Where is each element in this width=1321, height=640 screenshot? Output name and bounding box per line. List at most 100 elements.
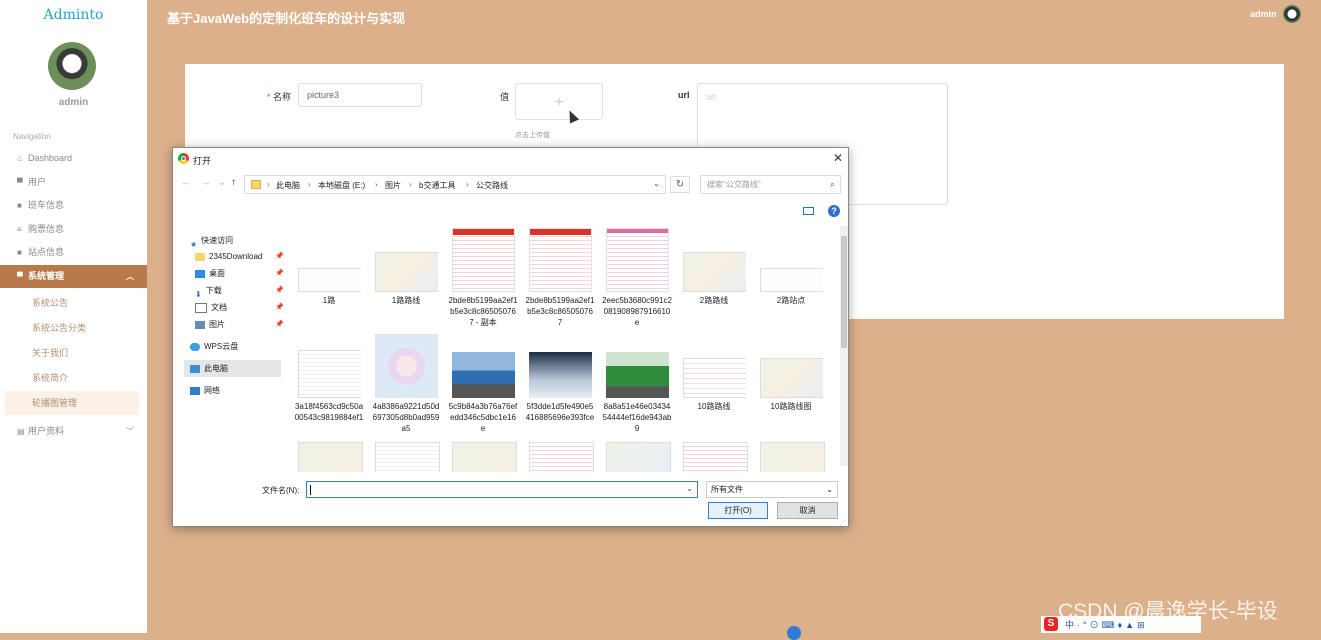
chevron-down-icon: ﹀ [126,427,134,436]
filename-input[interactable]: ⌄ [306,481,698,498]
user-icon: ▀ [17,178,23,187]
preview-pane-icon[interactable] [803,207,814,215]
recent-dropdown-icon[interactable]: ⌄ [218,177,226,188]
sidebar-item-users[interactable]: ▀ 用户 [0,171,147,194]
file-item[interactable]: 4a8386a9221d50d697305d8b0ad959a5 [371,334,441,434]
file-item[interactable]: 1路路线 [371,228,441,306]
desktop-icon [195,269,205,278]
file-item[interactable]: 2bde8b5199aa2ef1b5e3c8c865050767 - 副本 [448,228,518,328]
tree-item-wps-cloud[interactable]: WPS云盘 [190,339,238,355]
name-label: * 名称 [267,92,292,102]
file-item[interactable]: 2路路线 [679,228,749,306]
cancel-button[interactable]: 取消 [777,502,838,519]
tree-item-network[interactable]: 网络 [190,383,220,399]
tree-item-quick-access[interactable]: ★ 快速访问 [190,233,233,249]
tree-item-documents[interactable]: 文档 📌 [195,300,285,316]
upload-box[interactable]: + [515,83,603,120]
search-input[interactable]: 搜索"公交路线" ⌕ [700,175,841,194]
avatar[interactable] [48,42,96,90]
help-icon[interactable]: ? [828,205,840,217]
file-type-select[interactable]: 所有文件 ⌄ [706,481,838,498]
resize-grip-icon[interactable]: ⋰ [839,519,846,527]
forward-arrow-icon[interactable]: → [201,177,211,188]
floating-button[interactable] [787,626,801,640]
file-item[interactable]: 2路站点 [756,228,826,306]
sidebar-item-dashboard[interactable]: ⌂ Dashboard [0,147,147,170]
file-item[interactable]: 10路路线 [679,334,749,412]
file-item[interactable]: 1路 [294,228,364,306]
value-label: 值 [500,92,510,102]
folder-icon [251,180,261,189]
submenu-item-announcement-categories[interactable]: 系统公告分类 [0,316,147,340]
ime-toolbar[interactable]: S 中·°⊙⌨♦▲⊞ [1041,616,1201,633]
breadcrumb-bus-routes[interactable]: 公交路线 [476,180,508,191]
breadcrumb-drive[interactable]: 本地磁盘 (E:) [318,180,365,191]
file-item[interactable] [375,442,440,472]
chevron-down-icon: ⌄ [826,485,833,494]
sidebar-item-label: 用户 [28,177,47,187]
name-input[interactable]: picture3 [298,83,422,107]
scrollbar-thumb[interactable] [841,236,847,348]
sidebar-item-profile[interactable]: ▤ 用户资料 ﹀ [0,420,147,443]
file-item[interactable]: 2eec5b3680c991c2081908987916610e [602,228,672,328]
dialog-titlebar[interactable]: 打开 ✕ [173,148,848,170]
submenu-item-about[interactable]: 关于我们 [0,341,147,365]
sidebar-item-stations[interactable]: ■ 站点信息 [0,241,147,264]
sidebar-item-tickets[interactable]: ≡ 购票信息 [0,218,147,241]
app-title: 基于JavaWeb的定制化班车的设计与实现 [167,11,406,26]
file-item[interactable] [298,442,363,472]
file-item[interactable]: 5f3dde1d5fe490e5416885696e393fce [525,334,595,423]
download-icon: ⬇ [195,289,202,299]
tree-item-2345download[interactable]: 2345Download 📌 [195,249,285,265]
file-item[interactable] [683,442,748,472]
close-icon[interactable]: ✕ [833,151,843,165]
tree-item-pictures[interactable]: 图片 📌 [195,317,285,333]
submenu-item-carousel[interactable]: 轮播图管理 [5,391,139,415]
pin-icon: 📌 [275,321,284,328]
chevron-down-icon[interactable]: ⌄ [653,179,660,188]
submenu-item-intro[interactable]: 系统简介 [0,366,147,390]
sidebar-item-bus-info[interactable]: ■ 班车信息 [0,194,147,217]
breadcrumb-pictures[interactable]: 图片 [385,180,401,191]
ime-logo-icon[interactable]: S [1044,617,1058,631]
address-bar[interactable]: › 此电脑 › 本地磁盘 (E:) › 图片 › b交通工具 › 公交路线 ⌄ [244,175,666,194]
pin-icon: 📌 [275,270,284,277]
file-item[interactable]: 2bde8b5199aa2ef1b5e3c8c865050767 [525,228,595,328]
open-button[interactable]: 打开(O) [708,502,768,519]
files-scrollbar[interactable] [840,226,848,466]
sidebar-item-system[interactable]: ▀ 系统管理 ︿ [0,265,147,288]
network-icon [190,386,200,395]
brand-logo[interactable]: Adminto [0,7,147,23]
tree-item-downloads[interactable]: ⬇ 下载 📌 [195,283,285,299]
up-arrow-icon[interactable]: ↑ [231,177,236,188]
file-item[interactable]: 3a18f4563cd9c50a00543c9819884ef1 [294,334,364,423]
upload-hint: 点击上传值 [515,132,550,139]
chrome-icon [178,153,189,164]
grid-icon: ■ [17,248,22,257]
file-item[interactable]: 10路路线图 [756,334,826,412]
file-item[interactable] [760,442,825,472]
back-arrow-icon[interactable]: ← [181,177,191,188]
file-item[interactable] [452,442,517,472]
breadcrumb-this-pc[interactable]: 此电脑 [276,180,300,191]
user-icon: ▀ [17,272,23,281]
ime-status[interactable]: 中·°⊙⌨♦▲⊞ [1065,618,1148,631]
sidebar-item-label: Dashboard [28,153,73,163]
star-icon: ★ [190,239,198,249]
sidebar-item-label: 用户资料 [28,426,65,436]
file-item[interactable] [606,442,671,472]
file-item[interactable]: 5c9b84a3b76a76efedd346c5dbc1e16e [448,334,518,434]
nav-heading: Navigation [13,132,51,141]
breadcrumb-transport[interactable]: b交通工具 [419,180,455,191]
file-open-dialog: 打开 ✕ ← → ⌄ ↑ › 此电脑 › 本地磁盘 (E:) › 图片 › b交… [172,147,849,527]
chevron-down-icon[interactable]: ⌄ [686,484,693,493]
sidebar-item-label: 系统管理 [28,271,65,281]
submenu-item-announcements[interactable]: 系统公告 [0,291,147,315]
file-item[interactable]: 8a8a51e46e0343454444ef16de943ab9 [602,334,672,434]
file-item[interactable] [529,442,594,472]
tree-item-desktop[interactable]: 桌面 📌 [195,266,285,282]
header-user-name[interactable]: admin [1250,9,1277,19]
refresh-icon[interactable]: ↻ [670,176,690,193]
tree-item-this-pc[interactable]: 此电脑 [190,361,228,377]
header-avatar[interactable] [1283,5,1301,23]
